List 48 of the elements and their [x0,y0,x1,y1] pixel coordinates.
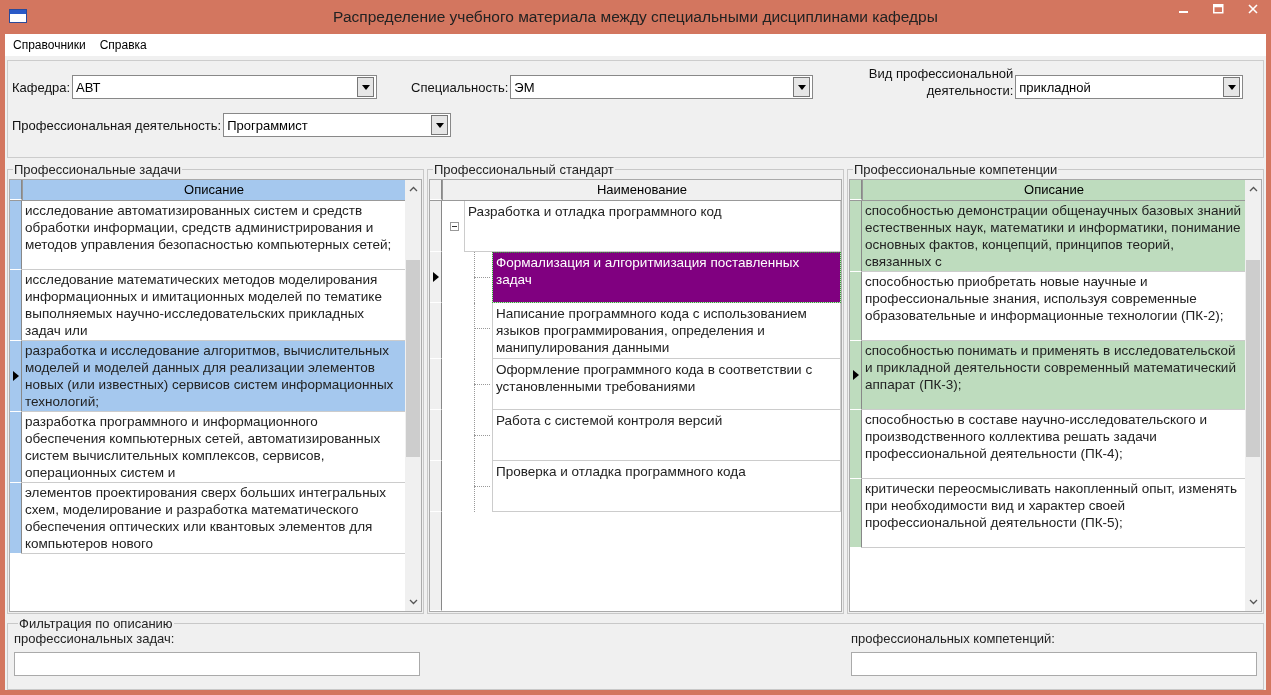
scrollbar[interactable] [405,180,421,611]
tree-node[interactable]: Проверка и отладка программного кода [492,461,841,512]
menu-item[interactable]: Справка [99,38,147,52]
tree-node[interactable]: Работа с системой контроля версий [492,410,841,461]
row-indicator[interactable] [10,341,22,412]
current-row-icon [852,370,859,380]
close-icon[interactable] [1248,4,1258,14]
group-title: Профессиональные задачи [13,162,183,177]
filter-input[interactable] [14,652,420,676]
field-label: профессиональных задач: [14,631,176,646]
scrollbar-thumb[interactable] [1246,260,1260,457]
scrollbar-thumb[interactable] [406,260,420,457]
dropdown[interactable]: Программист [223,113,452,137]
dropdown-arrow-icon [435,122,444,128]
scroll-up-icon [1248,186,1258,192]
field-label: профессиональных компетенций: [851,631,1056,646]
table-cell[interactable]: способностью понимать и применять в исследовательской и прикладной деятельности современный математический аппарат (ПК-3); [862,341,1245,410]
menu-item[interactable]: Справочники [13,38,86,52]
tree-node[interactable]: Оформление программного кода в соответствии с установленными требованиями [492,359,841,410]
group-title: Профессиональные компетенции [853,162,1059,177]
dropdown-arrow-icon [1227,84,1236,90]
tree-node[interactable]: Написание программного кода с использованием языков программирования, определения и манипулирования данными [492,303,841,359]
filter-input[interactable] [851,652,1257,676]
scroll-down-icon [408,599,418,605]
group-title: Профессиональный стандарт [433,162,615,177]
scroll-up-icon [408,186,418,192]
tree-node[interactable]: Формализация и алгоритмизация поставленных задач [492,252,841,303]
group-title: Фильтрация по описанию [18,616,174,631]
collapse-icon[interactable] [450,222,459,231]
dropdown[interactable]: АВТ [72,75,378,99]
dropdown-arrow-icon [797,84,806,90]
window-title: Распределение учебного материала между специальными дисциплинами кафедры [332,8,939,26]
current-row-icon [12,371,19,381]
row-indicator[interactable] [850,341,862,410]
field-label: Профессиональная деятельность: [12,117,222,133]
scroll-down-icon [1248,599,1258,605]
row-indicator[interactable] [430,252,442,303]
app-icon [9,9,27,23]
field-label: Кафедра: [12,79,71,95]
maximize-icon[interactable] [1213,4,1224,14]
field-label: Вид профессиональной деятельности: [867,65,1014,99]
table-cell[interactable]: разработка и исследование алгоритмов, вычислительных моделей и моделей данных для реализации элементов новых (или известных) сервисов систем информационных технологий; [22,341,405,412]
dropdown[interactable]: ЭМ [510,75,814,99]
dropdown[interactable]: прикладной [1015,75,1244,99]
scrollbar[interactable] [1245,180,1261,611]
dropdown-arrow-icon [361,84,370,90]
field-label: Специальность: [411,79,509,95]
current-row-icon [432,272,439,282]
